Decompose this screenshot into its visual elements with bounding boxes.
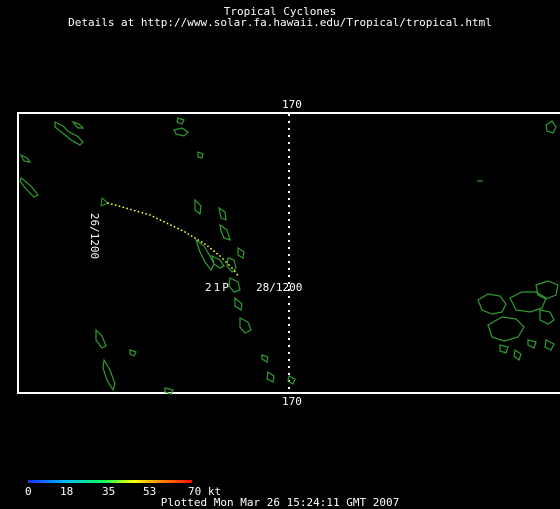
track-point bbox=[213, 250, 215, 253]
track-point bbox=[114, 204, 117, 207]
track-point bbox=[228, 264, 230, 266]
track-point bbox=[166, 222, 169, 225]
coast-solomon-4 bbox=[173, 127, 189, 137]
coast-vanuatu-2 bbox=[218, 206, 227, 221]
meridian-label-bottom: 170 bbox=[282, 395, 302, 408]
track-start-label: 26/1200 bbox=[88, 212, 102, 260]
coast-vanuatu-5 bbox=[211, 254, 225, 269]
coast-fiji-1 bbox=[477, 293, 507, 315]
track-point bbox=[225, 261, 227, 263]
plotted-timestamp: Plotted Mon Mar 26 15:24:11 GMT 2007 bbox=[160, 496, 400, 509]
track-point bbox=[110, 203, 113, 205]
track-point bbox=[118, 205, 121, 208]
meridian-label-top: 170 bbox=[282, 98, 302, 111]
coast-solomon-1 bbox=[54, 121, 84, 146]
track-point bbox=[141, 211, 144, 214]
coast-new-caledonia-1 bbox=[95, 328, 107, 349]
track-point bbox=[180, 229, 183, 232]
track-point bbox=[210, 247, 212, 250]
track-point bbox=[156, 217, 158, 220]
track-point bbox=[126, 207, 128, 210]
track-point bbox=[145, 213, 148, 215]
coast-vanuatu-10 bbox=[239, 317, 252, 334]
track-point bbox=[207, 245, 209, 248]
track-point bbox=[219, 255, 221, 257]
track-point bbox=[231, 267, 233, 269]
track-start-marker bbox=[100, 197, 109, 207]
track-point bbox=[200, 241, 203, 243]
coast-fiji-3 bbox=[509, 291, 547, 313]
track-point bbox=[149, 214, 151, 216]
storm-label: 21P bbox=[205, 281, 231, 294]
coast-left-1 bbox=[19, 153, 32, 163]
track-point bbox=[163, 220, 165, 223]
track-point bbox=[107, 202, 109, 204]
track-point bbox=[170, 224, 172, 227]
coast-fiji-2 bbox=[487, 316, 525, 342]
coast-new-caledonia-2 bbox=[102, 358, 116, 392]
track-point bbox=[236, 273, 239, 276]
track-points bbox=[107, 202, 239, 276]
cyclone-track-map bbox=[17, 112, 560, 395]
track-end-label: 28/1200 bbox=[256, 281, 303, 294]
coast-fiji-8 bbox=[527, 339, 537, 349]
coast-fiji-7 bbox=[513, 348, 522, 362]
coast-left-2 bbox=[19, 176, 39, 198]
track-point bbox=[187, 233, 190, 235]
track-point bbox=[137, 210, 140, 213]
track-point bbox=[204, 243, 206, 245]
track-point bbox=[216, 252, 218, 255]
coast-vanuatu-1 bbox=[194, 198, 202, 216]
track-point bbox=[122, 206, 125, 209]
track-point bbox=[133, 209, 136, 212]
track-point bbox=[159, 219, 162, 222]
track-point bbox=[130, 208, 132, 211]
coast-solomon-3 bbox=[176, 117, 185, 125]
track-point bbox=[173, 226, 176, 228]
track-point bbox=[194, 237, 196, 239]
track-point bbox=[233, 270, 236, 273]
coast-island-12 bbox=[129, 349, 137, 357]
coast-fiji-4 bbox=[535, 280, 559, 300]
coast-solomon-2 bbox=[71, 120, 85, 129]
coast-vanuatu-9 bbox=[234, 296, 243, 312]
coast-island-5 bbox=[197, 151, 204, 159]
coast-island-14 bbox=[261, 354, 269, 363]
track-point bbox=[177, 227, 179, 230]
track-point bbox=[152, 215, 155, 218]
cyclone-track bbox=[100, 197, 239, 276]
coast-fiji-6 bbox=[499, 344, 509, 354]
track-point bbox=[197, 239, 200, 241]
track-point bbox=[190, 235, 193, 237]
intensity-scale-bar bbox=[28, 480, 192, 483]
track-point bbox=[222, 258, 224, 260]
coast-island-18 bbox=[545, 120, 557, 134]
track-point bbox=[184, 231, 186, 233]
coast-vanuatu-7 bbox=[237, 246, 245, 259]
coast-fiji-5 bbox=[539, 309, 555, 325]
coast-island-15 bbox=[266, 370, 275, 383]
coast-vanuatu-3 bbox=[219, 223, 231, 241]
coast-fiji-9 bbox=[544, 339, 555, 351]
